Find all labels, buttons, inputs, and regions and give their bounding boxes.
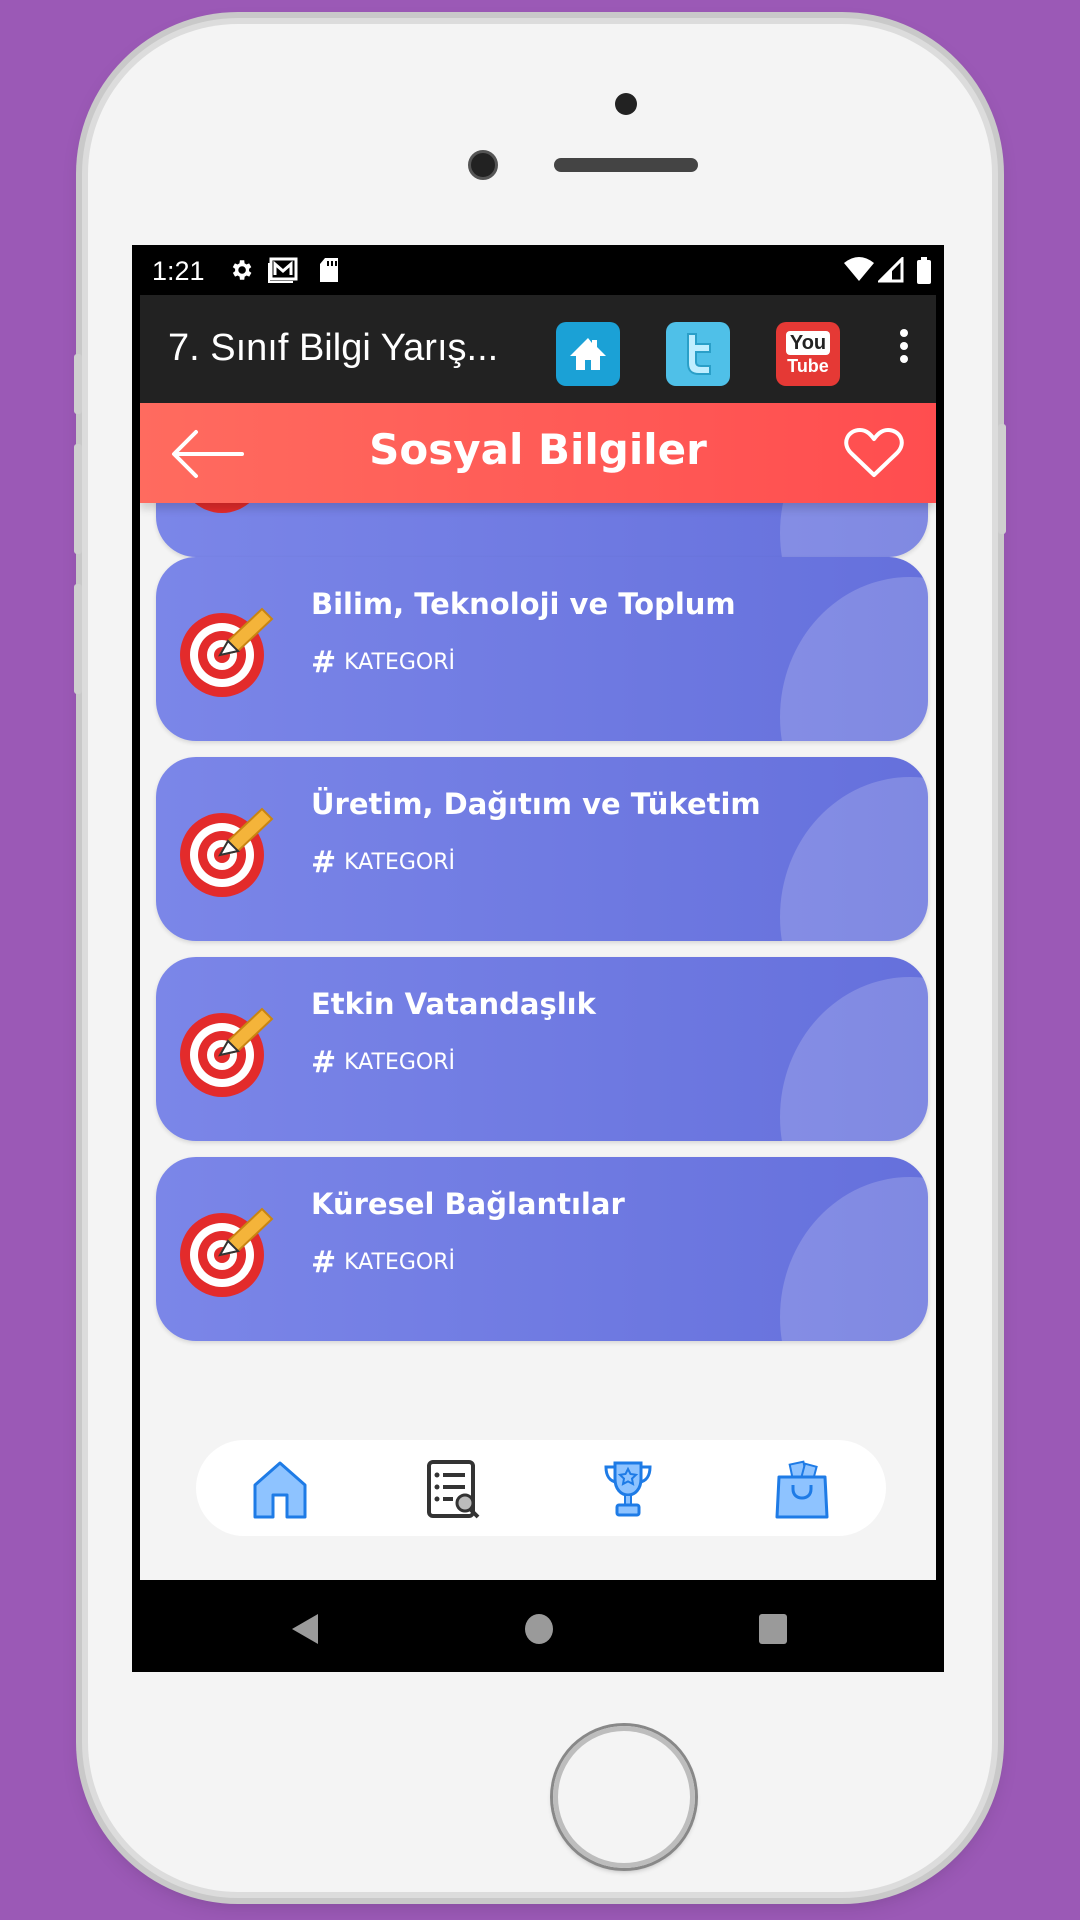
status-bar: 1:21 xyxy=(132,245,944,295)
front-camera xyxy=(468,150,498,180)
home-app-button[interactable] xyxy=(556,322,620,386)
twitter-button[interactable] xyxy=(666,322,730,386)
gear-icon xyxy=(228,257,254,289)
youtube-icon: You Tube xyxy=(785,331,831,377)
category-tag: # KATEGORİ xyxy=(311,1045,455,1080)
category-card[interactable]: Etkin Vatandaşlık # KATEGORİ xyxy=(156,957,928,1141)
page-title: Sosyal Bilgiler xyxy=(369,425,707,474)
category-tag: # KATEGORİ xyxy=(311,645,455,680)
signal-icon xyxy=(876,255,904,289)
decorative-blob xyxy=(780,1177,928,1341)
home-circle-icon[interactable] xyxy=(524,1612,554,1650)
app-title: 7. Sınıf Bilgi Yarış... xyxy=(168,327,499,369)
category-card[interactable]: Bilim, Teknoloji ve Toplum # KATEGORİ xyxy=(156,557,928,741)
mute-switch xyxy=(74,354,82,414)
category-title: Etkin Vatandaşlık xyxy=(311,987,596,1021)
category-tag-label: KATEGORİ xyxy=(344,1250,455,1275)
category-card[interactable]: Küresel Bağlantılar # KATEGORİ xyxy=(156,1157,928,1341)
decorative-blob xyxy=(780,577,928,741)
power-button xyxy=(998,424,1006,534)
battery-icon xyxy=(916,257,932,291)
category-title: Üretim, Dağıtım ve Tüketim xyxy=(311,787,761,821)
hash-icon: # xyxy=(311,645,337,680)
nav-quiz-list[interactable] xyxy=(422,1458,486,1522)
youtube-text-bottom: Tube xyxy=(787,356,829,376)
category-card[interactable]: Üretim, Dağıtım ve Tüketim # KATEGORİ xyxy=(156,757,928,941)
hash-icon: # xyxy=(311,1245,337,1280)
system-nav-bar xyxy=(132,1580,944,1672)
decorative-blob xyxy=(780,977,928,1141)
category-tag: # KATEGORİ xyxy=(311,1245,455,1280)
home-icon xyxy=(253,1461,307,1519)
category-tag-label: KATEGORİ xyxy=(344,1050,455,1075)
volume-up-button xyxy=(74,444,82,554)
home-icon xyxy=(570,338,606,370)
shopping-bag-icon xyxy=(775,1460,829,1519)
trophy-icon xyxy=(604,1461,652,1517)
category-tag: # KATEGORİ xyxy=(311,845,455,880)
bottom-nav xyxy=(196,1440,886,1536)
recents-icon[interactable] xyxy=(758,1612,788,1650)
category-tag-label: KATEGORİ xyxy=(344,650,455,675)
proximity-sensor xyxy=(615,93,637,115)
target-icon xyxy=(176,997,286,1111)
target-icon xyxy=(176,797,286,911)
heart-icon[interactable] xyxy=(844,427,904,483)
category-tag-label: KATEGORİ xyxy=(344,850,455,875)
content-area: Sosyal Bilgiler İnsanlar, Yerler ve Çevr… xyxy=(140,403,936,1580)
hash-icon: # xyxy=(311,845,337,880)
category-header: Sosyal Bilgiler xyxy=(140,403,936,503)
hash-icon: # xyxy=(311,1045,337,1080)
category-title: Bilim, Teknoloji ve Toplum xyxy=(311,587,736,621)
twitter-icon xyxy=(687,333,711,375)
youtube-button[interactable]: You Tube xyxy=(776,322,840,386)
app-bar: 7. Sınıf Bilgi Yarış... You Tube xyxy=(140,295,936,403)
device-screen: 1:21 7. Sınıf Bilgi Yarış... You Tube So… xyxy=(132,245,944,1672)
wifi-icon xyxy=(844,257,874,289)
target-icon xyxy=(176,597,286,711)
back-icon[interactable] xyxy=(290,1612,320,1650)
decorative-blob xyxy=(780,777,928,941)
earpiece-speaker xyxy=(554,158,698,172)
volume-down-button xyxy=(74,584,82,694)
hardware-home-button[interactable] xyxy=(553,1726,695,1868)
youtube-text-top: You xyxy=(785,331,831,355)
gmail-icon xyxy=(268,257,298,289)
nav-shop[interactable] xyxy=(770,1458,834,1522)
more-vert-icon[interactable] xyxy=(894,329,914,369)
nav-home[interactable] xyxy=(248,1458,312,1522)
nav-leaderboard[interactable] xyxy=(596,1458,660,1522)
list-search-icon xyxy=(427,1460,480,1519)
sd-card-icon xyxy=(318,257,340,289)
status-time: 1:21 xyxy=(152,256,205,286)
category-title: Küresel Bağlantılar xyxy=(311,1187,625,1221)
target-icon xyxy=(176,1197,286,1311)
